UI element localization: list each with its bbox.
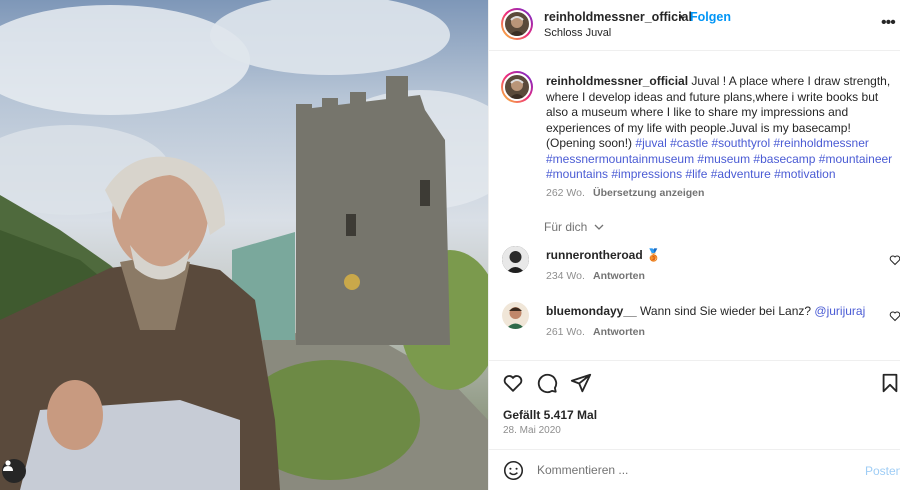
like-comment-heart-icon[interactable]	[889, 310, 900, 322]
share-send-icon[interactable]	[570, 372, 592, 394]
avatar-image	[503, 73, 531, 101]
avatar-image	[503, 10, 531, 38]
emoji-icon[interactable]	[503, 460, 524, 481]
tagged-user-icon[interactable]	[2, 459, 26, 483]
post-details-panel: reinholdmessner_official • Folgen Schlos…	[488, 0, 900, 490]
follow-button[interactable]: Folgen	[690, 10, 731, 24]
comment-text: bluemondayy__ Wann sind Sie wieder bei L…	[546, 304, 865, 318]
comment-body: Wann sind Sie wieder bei Lanz?	[640, 304, 812, 318]
photo-illustration	[0, 0, 488, 490]
caption-age: 262 Wo.	[546, 187, 585, 199]
comment-username[interactable]: runnerontheroad	[546, 248, 643, 262]
separator-dot: •	[679, 10, 684, 24]
comment-text: runnerontheroad 🥉	[546, 248, 661, 262]
comment-input[interactable]	[537, 463, 837, 477]
post-header: reinholdmessner_official • Folgen Schlos…	[489, 0, 900, 51]
like-heart-icon[interactable]	[502, 372, 524, 394]
comment-age: 234 Wo.	[546, 270, 585, 282]
comment-mention[interactable]: @jurijuraj	[814, 304, 865, 318]
person-icon	[3, 460, 13, 471]
translate-link[interactable]: Übersetzung anzeigen	[593, 187, 704, 199]
chevron-down-icon	[594, 224, 604, 230]
add-comment-bar: Posten	[489, 449, 900, 490]
comment-bubble-icon[interactable]	[536, 372, 558, 394]
commenter-avatar[interactable]	[502, 302, 529, 329]
post-actions: Gefällt 5.417 Mal 28. Mai 2020	[489, 360, 900, 450]
caption-author-avatar[interactable]	[501, 71, 533, 103]
like-comment-heart-icon[interactable]	[889, 254, 900, 266]
caption-username[interactable]: reinholdmessner_official	[546, 74, 688, 88]
author-avatar[interactable]	[501, 8, 533, 40]
reply-button[interactable]: Antworten	[593, 270, 645, 282]
post-date: 28. Mai 2020	[503, 425, 561, 436]
commenter-avatar[interactable]	[502, 246, 529, 273]
bookmark-icon[interactable]	[879, 372, 900, 394]
more-horizontal-icon[interactable]: •••	[881, 14, 896, 32]
comment-age: 261 Wo.	[546, 326, 585, 338]
post-caption: reinholdmessner_official Juval ! A place…	[546, 74, 896, 183]
for-you-filter[interactable]: Für dich	[544, 220, 604, 234]
post-comment-button[interactable]: Posten	[865, 464, 900, 478]
post-location[interactable]: Schloss Juval	[544, 27, 611, 39]
author-username[interactable]: reinholdmessner_official	[544, 10, 692, 24]
post-photo[interactable]	[0, 0, 488, 490]
likes-count[interactable]: Gefällt 5.417 Mal	[503, 408, 597, 422]
comment-body: 🥉	[646, 248, 661, 262]
for-you-label: Für dich	[544, 220, 588, 234]
comments-section[interactable]: reinholdmessner_official Juval ! A place…	[489, 52, 900, 359]
comment-username[interactable]: bluemondayy__	[546, 304, 637, 318]
reply-button[interactable]: Antworten	[593, 326, 645, 338]
